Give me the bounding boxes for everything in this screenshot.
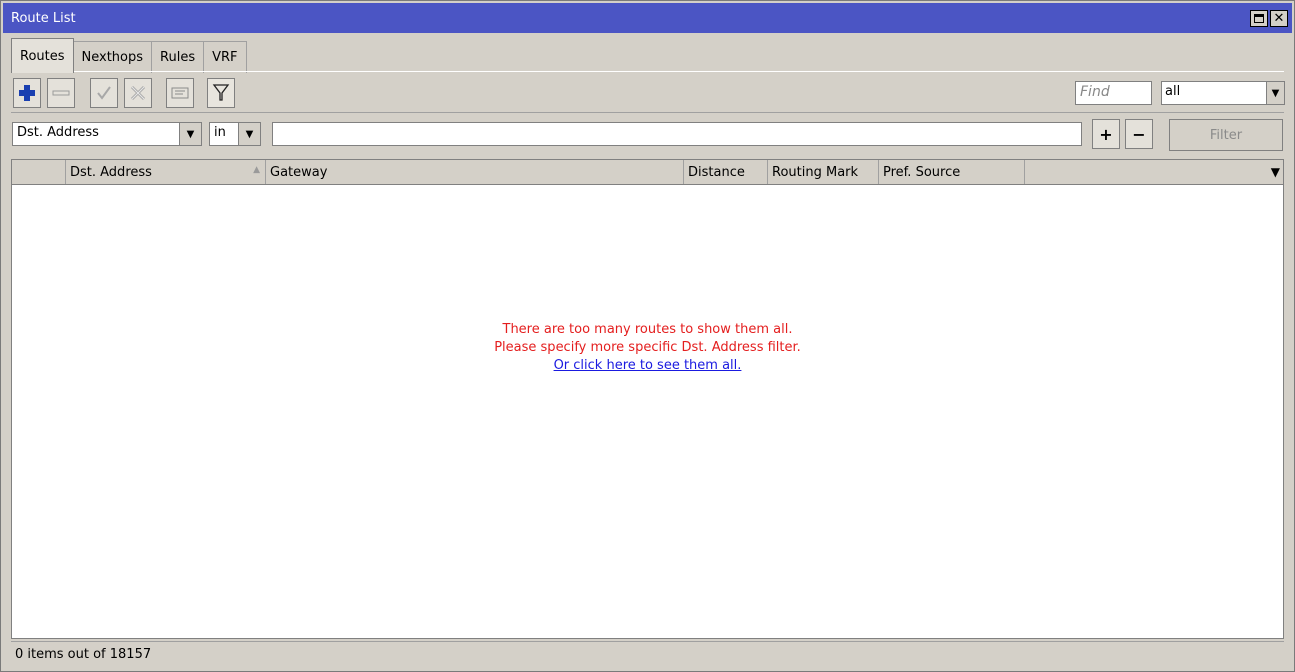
column-header-flags[interactable] [12, 160, 66, 184]
comment-button[interactable] [166, 78, 194, 108]
chevron-down-icon[interactable]: ▼ [238, 123, 260, 145]
scope-select[interactable]: all ▼ [1161, 81, 1285, 105]
filter-operator-value: in [214, 125, 226, 140]
tab-routes[interactable]: Routes [11, 38, 74, 73]
chevron-down-icon[interactable]: ▼ [179, 123, 201, 145]
filter-bar: Dst. Address ▼ in ▼ + − Filter [11, 118, 1284, 154]
tab-vrf[interactable]: VRF [203, 41, 247, 73]
warning-line-1: There are too many routes to show them a… [502, 322, 793, 337]
filter-field-select[interactable]: Dst. Address ▼ [12, 122, 202, 146]
close-icon: ✕ [1273, 11, 1285, 26]
column-header-gateway[interactable]: Gateway [266, 160, 684, 184]
funnel-icon [212, 84, 230, 101]
window-title: Route List [11, 10, 76, 26]
chevron-down-icon[interactable]: ▼ [1266, 82, 1284, 104]
add-button[interactable] [13, 78, 41, 108]
tab-rules[interactable]: Rules [151, 41, 205, 73]
status-bar: 0 items out of 18157 [11, 641, 1284, 667]
filter-field-value: Dst. Address [17, 125, 99, 140]
too-many-routes-message: There are too many routes to show them a… [12, 321, 1283, 375]
filter-add-button[interactable]: + [1092, 119, 1120, 149]
check-icon [97, 86, 111, 100]
minus-icon [52, 90, 70, 96]
toolbar: Find all ▼ [11, 71, 1285, 113]
filter-toggle-button[interactable] [207, 78, 235, 108]
filter-operator-select[interactable]: in ▼ [209, 122, 261, 146]
find-input[interactable]: Find [1075, 81, 1152, 105]
route-table: Dst. Address ▲ Gateway Distance Routing … [11, 159, 1284, 639]
close-button[interactable]: ✕ [1270, 10, 1288, 27]
plus-icon [19, 85, 35, 101]
column-menu-icon[interactable]: ▼ [1271, 165, 1280, 179]
scope-select-value: all [1165, 84, 1181, 99]
show-all-link[interactable]: Or click here to see them all. [12, 357, 1283, 375]
enable-button[interactable] [90, 78, 118, 108]
item-count: 0 items out of 18157 [15, 647, 152, 662]
table-header: Dst. Address ▲ Gateway Distance Routing … [12, 160, 1283, 185]
filter-value-input[interactable] [272, 122, 1082, 146]
column-header-distance[interactable]: Distance [684, 160, 768, 184]
tab-strip: Routes Nexthops Rules VRF [11, 38, 247, 73]
column-header-routing-mark[interactable]: Routing Mark [768, 160, 879, 184]
column-header-dst-address[interactable]: Dst. Address ▲ [66, 160, 266, 184]
filter-button[interactable]: Filter [1169, 119, 1283, 151]
warning-line-2: Please specify more specific Dst. Addres… [494, 340, 801, 355]
disable-button[interactable] [124, 78, 152, 108]
x-icon [130, 85, 146, 101]
column-header-pref-source[interactable]: Pref. Source [879, 160, 1025, 184]
remove-button[interactable] [47, 78, 75, 108]
tab-nexthops[interactable]: Nexthops [72, 41, 153, 73]
comment-icon [171, 87, 189, 99]
sort-asc-icon: ▲ [253, 165, 260, 175]
filter-remove-button[interactable]: − [1125, 119, 1153, 149]
route-list-window: Route List ✕ Routes Nexthops Rules VRF F… [0, 0, 1295, 672]
title-bar[interactable]: Route List ✕ [3, 3, 1292, 33]
maximize-icon [1254, 14, 1264, 23]
maximize-button[interactable] [1250, 10, 1268, 27]
